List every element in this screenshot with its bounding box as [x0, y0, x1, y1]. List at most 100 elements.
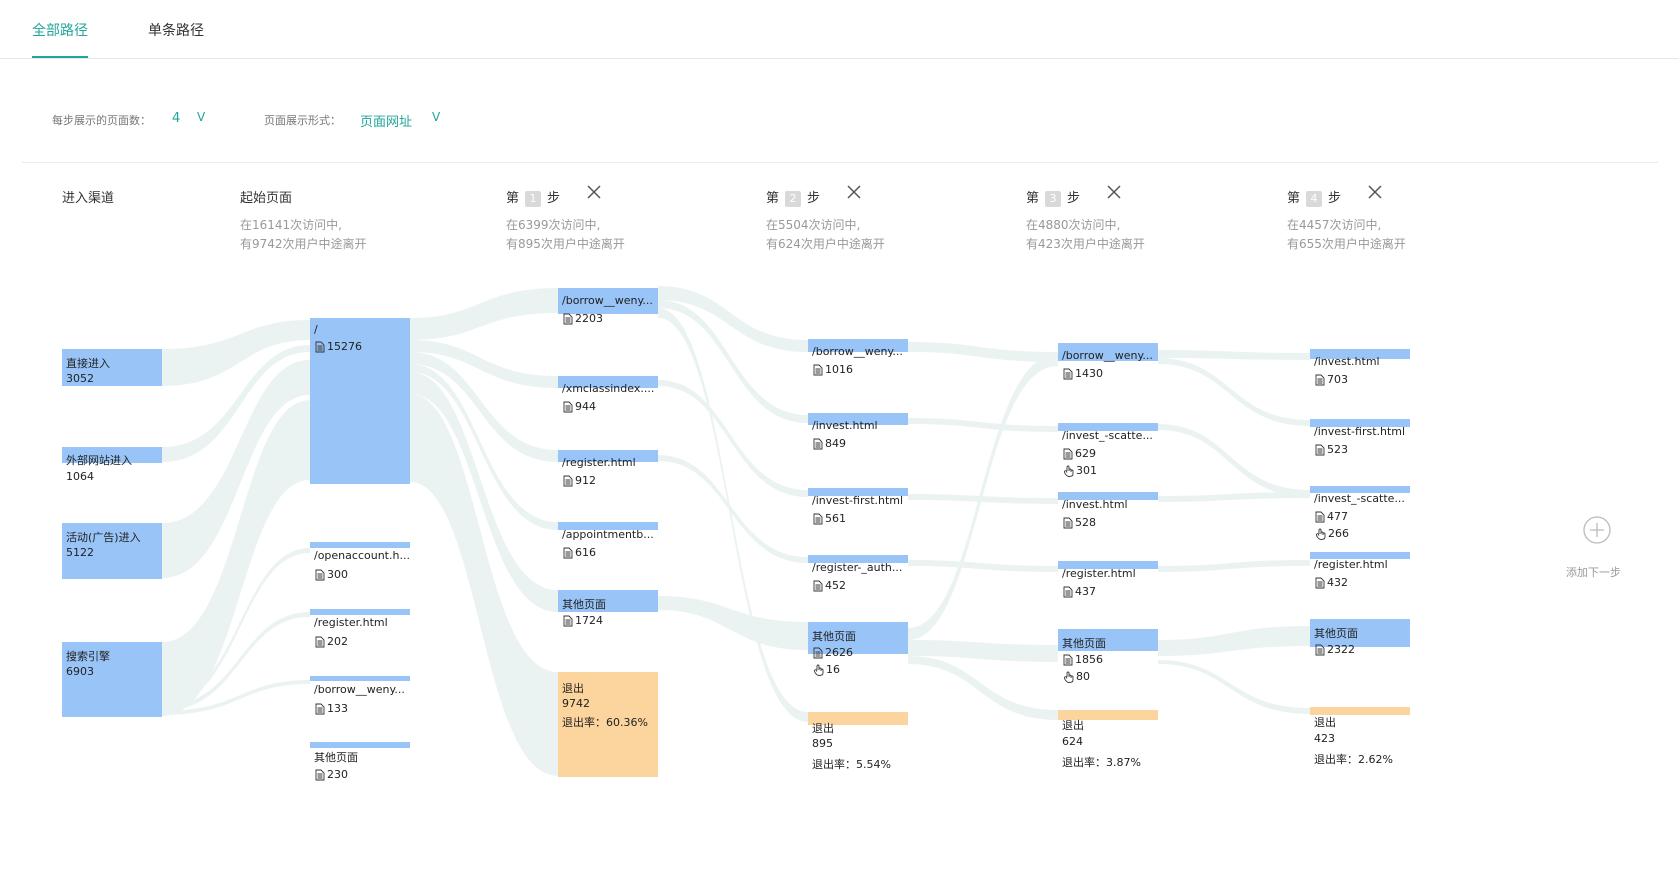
page-count: 437: [1063, 585, 1096, 598]
page-label: /borrow__weny...: [562, 294, 653, 307]
flow-ribbon: [410, 288, 558, 340]
flow-ribbon: [1158, 424, 1310, 497]
page-count: 2322: [1315, 643, 1355, 656]
document-icon: [1315, 577, 1325, 588]
document-icon: [563, 615, 573, 626]
flow-ribbon: [1158, 560, 1310, 572]
add-step-icon[interactable]: [1582, 515, 1612, 545]
page-count: 912: [563, 474, 596, 487]
exit-label: 退出: [1314, 716, 1336, 729]
page-count: 1430: [1063, 367, 1103, 380]
hand-pointer-icon: [1064, 465, 1074, 477]
page-label: 其他页面: [562, 598, 606, 611]
page-label: /invest.html: [812, 419, 878, 432]
flow-ribbon: [908, 560, 1058, 572]
page-count: 561: [813, 512, 846, 525]
page-count: 15276: [315, 340, 362, 353]
channel-count: 1064: [66, 470, 94, 483]
channel-count: 3052: [66, 372, 94, 385]
page-label: /register-_auth...: [812, 561, 903, 574]
page-label: /register.html: [314, 616, 388, 629]
page-label: /register.html: [562, 456, 636, 469]
page-label: /invest_-scatte...: [1062, 429, 1153, 442]
exit-rate: 退出率：2.62%: [1314, 753, 1393, 766]
channel-label: 直接进入: [66, 357, 110, 370]
page-label: /invest.html: [1062, 498, 1128, 511]
document-icon: [1063, 517, 1073, 528]
flow-ribbon: [908, 656, 1058, 720]
page-label: 其他页面: [314, 751, 358, 764]
flow-ribbon: [908, 342, 1058, 362]
document-icon: [813, 364, 823, 375]
page-count: 432: [1315, 576, 1348, 589]
flow-ribbon: [1158, 626, 1310, 656]
page-label: /xmclassindex....: [562, 382, 655, 395]
document-icon: [1063, 448, 1073, 459]
page-label: /borrow__weny...: [1062, 349, 1153, 362]
exit-count: 624: [1062, 735, 1083, 748]
node-bar: [310, 542, 410, 548]
channel-count: 6903: [66, 665, 94, 678]
page-label: /openaccount.h...: [314, 549, 410, 562]
document-icon: [315, 636, 325, 647]
document-icon: [563, 475, 573, 486]
document-icon: [315, 769, 325, 780]
flow-ribbon: [658, 596, 808, 650]
page-label: /borrow__weny...: [812, 345, 903, 358]
page-count: 849: [813, 437, 846, 450]
page-count: 202: [315, 635, 348, 648]
page-label: 其他页面: [812, 630, 856, 643]
add-step-label[interactable]: 添加下一步: [1566, 564, 1621, 580]
document-icon: [813, 513, 823, 524]
flow-ribbon: [908, 494, 1058, 504]
flow-ribbon: [908, 418, 1058, 432]
document-icon: [813, 580, 823, 591]
flow-ribbon: [658, 286, 808, 352]
page-count: 452: [813, 579, 846, 592]
channel-label: 活动(广告)进入: [66, 531, 141, 544]
flow-ribbon: [1158, 492, 1310, 502]
document-icon: [563, 313, 573, 324]
page-count: 629: [1063, 447, 1096, 460]
hand-pointer-icon: [1316, 528, 1326, 540]
flow-ribbon: [1158, 358, 1310, 426]
exit-rate: 退出率：60.36%: [562, 716, 648, 729]
exit-count: 9742: [562, 697, 590, 710]
document-icon: [1315, 374, 1325, 385]
exit-label: 退出: [812, 722, 834, 735]
channel-count: 5122: [66, 546, 94, 559]
page-label: /invest.html: [1314, 355, 1380, 368]
page-label: /invest_-scatte...: [1314, 492, 1405, 505]
document-icon: [563, 401, 573, 412]
page-count: 477: [1315, 510, 1348, 523]
document-icon: [813, 647, 823, 658]
exit-count: 423: [1314, 732, 1335, 745]
document-icon: [315, 703, 325, 714]
exit-label: 退出: [1062, 719, 1084, 732]
node-bar: [310, 676, 410, 681]
page-count: 1016: [813, 363, 853, 376]
click-count: 16: [813, 663, 840, 676]
page-label: /: [314, 323, 318, 336]
click-count: 266: [1315, 527, 1349, 540]
page-count: 2626: [813, 646, 853, 659]
page-count: 616: [563, 546, 596, 559]
page-label: /register.html: [1062, 567, 1136, 580]
page-count: 2203: [563, 312, 603, 325]
node-bar: [310, 742, 410, 748]
page-count: 230: [315, 768, 348, 781]
channel-label: 外部网站进入: [66, 454, 132, 467]
document-icon: [1315, 511, 1325, 522]
document-icon: [1063, 586, 1073, 597]
page-count: 300: [315, 568, 348, 581]
page-count: 703: [1315, 373, 1348, 386]
click-count: 301: [1063, 464, 1097, 477]
document-icon: [813, 438, 823, 449]
flow-ribbon: [1158, 350, 1310, 360]
exit-rate: 退出率：5.54%: [812, 758, 891, 771]
hand-pointer-icon: [1064, 671, 1074, 683]
hand-pointer-icon: [814, 664, 824, 676]
page-count: 1856: [1063, 653, 1103, 666]
flow-ribbon: [658, 380, 808, 497]
page-label: /appointmentb...: [562, 528, 654, 541]
